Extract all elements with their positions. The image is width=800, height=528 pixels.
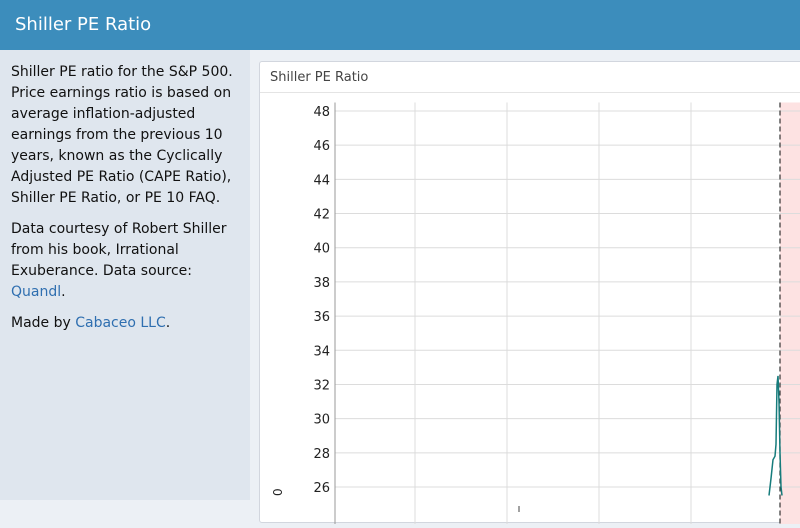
chart-panel: Shiller PE Ratio 26 28 30 32 34 36 38 40 42 44 46 4… [259,61,800,525]
chart-area[interactable]: 26 28 30 32 34 36 38 40 42 44 46 48 0 [260,94,800,525]
credits-end: . [61,284,66,300]
y-tick-label: 42 [313,208,330,223]
description-text: Shiller PE ratio for the S&P 500. Price … [11,64,233,206]
y-tick-label: 40 [313,242,330,257]
quandl-link[interactable]: Quandl [11,284,61,300]
panel-title: Shiller PE Ratio [260,62,800,93]
shaded-region [780,102,800,525]
y-tick-label: 36 [313,310,330,325]
y-tick-label: 48 [313,105,330,120]
y-tick-label: 26 [313,481,330,496]
y-tick-label: 44 [313,173,330,188]
made-by-end: . [165,315,171,331]
app-header: Shiller PE Ratio [0,0,800,50]
y-tick-label: 32 [313,378,330,393]
credits-label: Data courtesy of Robert Shiller from his… [11,221,227,279]
app-title: Shiller PE Ratio [15,14,152,35]
y-tick-label: 30 [313,413,330,428]
made-by-label: Made by [11,315,76,331]
credits-text: Data courtesy of Robert Shiller from his… [11,219,240,303]
y-tick-label: 38 [313,276,330,291]
made-by-text: Made by Cabaceo LLC. [11,313,240,334]
sidebar: Shiller PE ratio for the S&P 500. Price … [0,50,250,500]
main-content: Shiller PE Ratio 26 28 30 32 34 36 38 40 42 44 46 4… [250,50,800,525]
y-axis-label: 0 [271,488,285,496]
y-tick-label: 28 [313,447,330,462]
y-tick-label: 34 [313,344,330,359]
pe-chart[interactable]: 26 28 30 32 34 36 38 40 42 44 46 48 0 [260,94,800,525]
cabaceo-link[interactable]: Cabaceo LLC [75,315,166,331]
y-tick-label: 46 [313,139,330,154]
